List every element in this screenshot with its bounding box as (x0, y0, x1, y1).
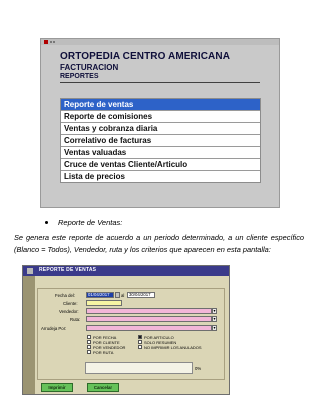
checkbox-por-cliente[interactable] (87, 340, 91, 344)
checkbox-por-fecha[interactable] (87, 335, 91, 339)
app-icon (44, 40, 48, 44)
menu-item-ventas-valuadas[interactable]: Ventas valuadas (61, 147, 260, 159)
menu-item-reporte-comisiones[interactable]: Reporte de comisiones (61, 111, 260, 123)
agrupado-label: Arrudeja Por: (41, 326, 67, 331)
checkbox-por-vendedor[interactable] (87, 345, 91, 349)
bullet-title: Reporte de Ventas (58, 218, 121, 227)
form-title: REPORTE DE VENTAS (39, 267, 97, 273)
fecha-label: Fecha del: (55, 293, 76, 298)
option-label-no-imprimir-anulados: NO IMPRIMIR LOS ANULADOS (144, 345, 202, 350)
ruta-select[interactable] (86, 316, 212, 322)
menu-item-reporte-ventas[interactable]: Reporte de ventas (61, 99, 260, 111)
calendar-from-icon[interactable] (115, 292, 120, 298)
menu-item-lista-precios[interactable]: Lista de precios (61, 171, 260, 182)
menu-item-cruce-ventas[interactable]: Cruce de ventas Cliente/Articulo (61, 159, 260, 171)
vendedor-select[interactable] (86, 308, 212, 314)
description-paragraph: Se genera este reporte de acuerdo a un p… (14, 233, 304, 254)
menu-item-ventas-cobranza[interactable]: Ventas y cobranza diaria (61, 123, 260, 135)
vendedor-label: Vendedor: (59, 309, 79, 314)
print-button[interactable]: Imprimir (41, 383, 73, 392)
menu-item-correlativo-facturas[interactable]: Correlativo de facturas (61, 135, 260, 147)
fecha-from-input[interactable]: 01/04/2017 (86, 292, 114, 298)
vendedor-chevron-down-icon[interactable]: ▾ (212, 308, 217, 314)
option-label-por-ruta: POR RUTA (93, 350, 114, 355)
module-title: FACTURACION (60, 63, 119, 72)
fecha-to-input[interactable]: 30/04/2017 (127, 292, 155, 298)
checkbox-por-ruta[interactable] (87, 350, 91, 354)
cliente-label: Cliente: (63, 301, 78, 306)
window-top-bar (41, 39, 279, 45)
cliente-input[interactable] (86, 300, 122, 306)
section-title: REPORTES (60, 73, 99, 80)
grip-icon (50, 41, 52, 43)
fecha-to-label: al (121, 293, 125, 298)
progress-bar (85, 362, 193, 374)
agrupado-chevron-down-icon[interactable]: ▾ (212, 325, 217, 331)
form-side-bar (23, 276, 35, 394)
bullet-icon (45, 221, 48, 224)
reports-menu: Reporte de ventas Reporte de comisiones … (60, 98, 261, 183)
agrupado-select[interactable] (86, 325, 212, 331)
checkbox-solo-resumen[interactable] (138, 340, 142, 344)
bullet-suffix: : (120, 218, 123, 227)
divider (60, 82, 260, 83)
ruta-chevron-down-icon[interactable]: ▾ (212, 316, 217, 322)
ruta-label: Ruta: (70, 317, 81, 322)
progress-percent: 0% (195, 366, 202, 371)
bullet-heading: Reporte de Ventas: (58, 218, 122, 227)
report-form-screenshot: REPORTE DE VENTAS Fecha del: 01/04/2017 … (22, 265, 230, 395)
menu-screenshot: ORTOPEDIA CENTRO AMERICANA FACTURACION R… (40, 38, 280, 208)
company-name: ORTOPEDIA CENTRO AMERICANA (60, 51, 231, 62)
form-title-bar: REPORTE DE VENTAS (23, 266, 229, 276)
cancel-button[interactable]: Cancelar (87, 383, 119, 392)
checkbox-por-articulo[interactable] (138, 335, 142, 339)
checkbox-no-imprimir-anulados[interactable] (138, 345, 142, 349)
window-icon (27, 268, 33, 274)
